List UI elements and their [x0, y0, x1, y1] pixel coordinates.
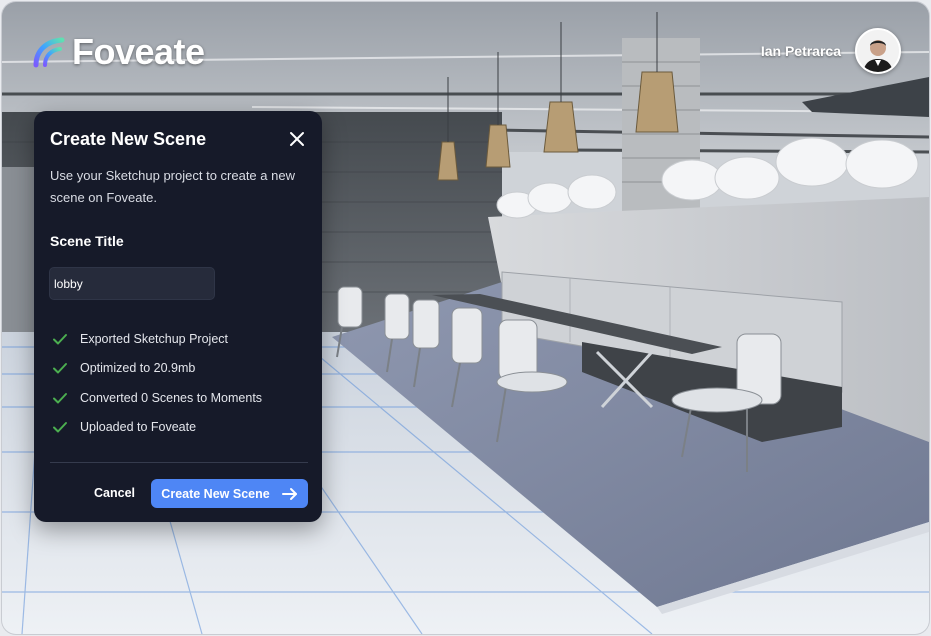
checklist-item: Optimized to 20.9mb [52, 354, 262, 384]
foveate-logo-mark-icon [33, 37, 65, 68]
avatar[interactable] [855, 28, 901, 74]
arrow-right-icon [281, 487, 297, 500]
modal-title: Create New Scene [50, 129, 207, 149]
progress-checklist: Exported Sketchup Project Optimized to 2… [52, 324, 262, 442]
checklist-item: Converted 0 Scenes to Moments [52, 383, 262, 413]
foveate-logo[interactable]: Foveate [32, 31, 205, 72]
create-button-label: Create New Scene [161, 486, 270, 501]
user-menu[interactable]: Ian Petrarca [761, 28, 901, 74]
scene-title-label: Scene Title [50, 233, 124, 249]
modal-divider [50, 462, 308, 463]
scene-title-input[interactable] [49, 267, 215, 300]
user-name: Ian Petrarca [760, 43, 841, 59]
brand-name: Foveate [72, 31, 205, 72]
app-window: Foveate Ian Petrarca Create New Scene Us… [2, 2, 929, 634]
create-scene-modal: Create New Scene Use your Sketchup proje… [34, 111, 322, 522]
checklist-label: Exported Sketchup Project [80, 331, 228, 346]
close-icon[interactable] [288, 130, 306, 148]
checklist-label: Uploaded to Foveate [80, 420, 197, 435]
checkmark-icon [53, 363, 67, 374]
checklist-item: Exported Sketchup Project [52, 324, 262, 354]
modal-description: Use your Sketchup project to create a ne… [50, 168, 295, 205]
create-new-scene-button[interactable]: Create New Scene [151, 479, 308, 508]
checklist-label: Converted 0 Scenes to Moments [80, 390, 263, 405]
checklist-label: Optimized to 20.9mb [80, 361, 196, 376]
checkmark-icon [53, 392, 67, 404]
cancel-button[interactable]: Cancel [88, 478, 141, 508]
user-portrait-icon [857, 30, 899, 72]
checkmark-icon [53, 422, 67, 433]
checklist-item: Uploaded to Foveate [52, 413, 262, 443]
checkmark-icon [53, 333, 67, 345]
